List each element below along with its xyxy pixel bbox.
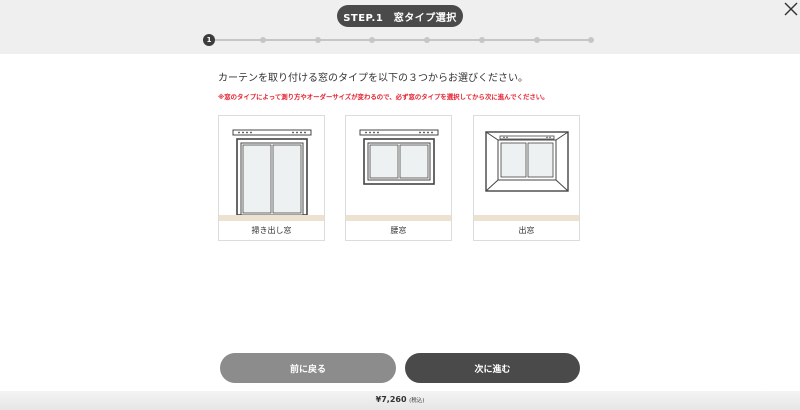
price-display: ¥7,260 (税込)	[0, 395, 800, 404]
window-type-label: 掃き出し窓	[251, 226, 292, 235]
step-title: STEP.1 窓タイプ選択	[343, 12, 457, 24]
window-type-card-tall[interactable]: 掃き出し窓	[218, 115, 325, 241]
step-dot-5	[424, 37, 430, 43]
step-dot-6	[479, 37, 485, 43]
step-dot-number: 1	[206, 36, 212, 44]
tax-note: (税込)	[409, 398, 425, 404]
window-type-label: 出窓	[518, 226, 535, 235]
close-icon[interactable]	[784, 2, 798, 16]
step-dot-2	[260, 37, 266, 43]
waist-window-icon	[359, 129, 439, 185]
warning-text: ※窓のタイプによって測り方やオーダーサイズが変わるので、必ず窓のタイプを選択して…	[218, 93, 549, 101]
step-progress: 1	[203, 34, 594, 46]
window-type-card-bay[interactable]: 出窓	[473, 115, 580, 241]
next-button[interactable]: 次に進む	[405, 353, 580, 383]
price-amount: ¥7,260	[375, 395, 407, 404]
window-type-card-waist[interactable]: 腰窓	[345, 115, 452, 241]
step-dot-1: 1	[203, 34, 215, 46]
step-dot-7	[534, 37, 540, 43]
instruction-text: カーテンを取り付ける窓のタイプを以下の３つからお選びください。	[218, 73, 528, 84]
tall-window-icon	[232, 129, 312, 216]
back-button[interactable]: 前に戻る	[220, 353, 396, 383]
bay-window-icon	[485, 131, 569, 192]
window-type-label: 腰窓	[390, 226, 407, 235]
step-title-badge: STEP.1 窓タイプ選択	[337, 5, 463, 27]
step-dot-8	[588, 37, 594, 43]
step-dot-3	[315, 37, 321, 43]
step-dot-4	[369, 37, 375, 43]
